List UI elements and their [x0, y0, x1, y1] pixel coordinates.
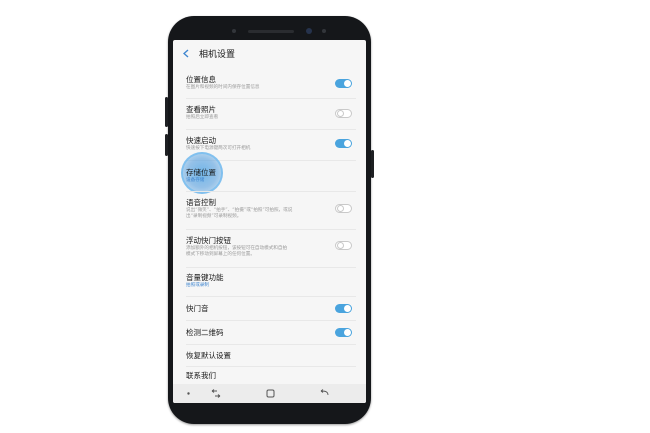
- stage: 相机设置 位置信息 在图片和视频的时间内保存位置信息 查看照片 拍照后立即查看 …: [0, 0, 650, 433]
- qr-detect-toggle[interactable]: [335, 328, 352, 337]
- setting-storage-location[interactable]: 存储位置 设备存储: [173, 162, 366, 192]
- setting-subtitle: 拍照后立即查看: [186, 115, 219, 120]
- setting-volume-key[interactable]: 音量键功能 拍照或录制: [173, 269, 366, 297]
- setting-title: 恢复默认设置: [186, 351, 231, 360]
- setting-voice-control[interactable]: 语音控制 说出“微笑”、“拍手”、“拍摄”或“拍照”可拍照，或说 出“录制视频”…: [173, 193, 366, 229]
- back-arrow-icon[interactable]: [316, 387, 330, 399]
- navigation-bar: [173, 384, 366, 403]
- setting-subtitle: 拍照或录制: [186, 283, 209, 288]
- setting-title: 浮动快门按钮: [186, 236, 231, 245]
- divider: [186, 129, 356, 130]
- recent-apps-icon[interactable]: [209, 387, 223, 399]
- setting-title: 快速启动: [186, 136, 216, 145]
- divider: [186, 98, 356, 99]
- divider: [186, 229, 356, 230]
- setting-subtitle: 设备存储: [186, 178, 205, 183]
- power-button: [371, 150, 374, 178]
- voice-control-toggle[interactable]: [335, 204, 352, 213]
- setting-title: 语音控制: [186, 198, 216, 207]
- review-pictures-toggle[interactable]: [335, 109, 352, 118]
- app-header: 相机设置: [173, 40, 366, 66]
- setting-location-tags[interactable]: 位置信息 在图片和视频的时间内保存位置信息: [173, 70, 366, 98]
- setting-title: 检测二维码: [186, 328, 224, 337]
- bixby-button: [165, 97, 168, 127]
- setting-floating-shutter[interactable]: 浮动快门按钮 添加额外的相机按钮，该按钮可在自动模式和自拍 模式下移动到屏幕上的…: [173, 231, 366, 267]
- setting-title: 快门音: [186, 304, 209, 313]
- page-title: 相机设置: [199, 49, 236, 60]
- location-toggle[interactable]: [335, 79, 352, 88]
- setting-reset[interactable]: 恢复默认设置: [173, 346, 366, 366]
- setting-review-pictures[interactable]: 查看照片 拍照后立即查看: [173, 100, 366, 128]
- volume-button: [165, 134, 168, 156]
- setting-shutter-sound[interactable]: 快门音: [173, 298, 366, 320]
- earpiece-speaker: [248, 30, 294, 33]
- sensor-icon: [232, 29, 236, 33]
- shutter-sound-toggle[interactable]: [335, 304, 352, 313]
- setting-title: 联系我们: [186, 371, 216, 380]
- front-camera-icon: [306, 28, 312, 34]
- setting-title: 查看照片: [186, 105, 216, 114]
- setting-subtitle: 出“录制视频”可录制视频。: [186, 214, 242, 219]
- divider: [186, 267, 356, 268]
- setting-title: 存储位置: [186, 168, 216, 177]
- home-icon[interactable]: [263, 387, 277, 399]
- chevron-left-icon[interactable]: [181, 48, 191, 58]
- quick-launch-toggle[interactable]: [335, 139, 352, 148]
- divider: [186, 320, 356, 321]
- setting-qr-detect[interactable]: 检测二维码: [173, 322, 366, 344]
- setting-subtitle: 快速按下电源键两次可打开相机: [186, 146, 251, 151]
- setting-title: 音量键功能: [186, 273, 224, 282]
- dot-icon: [181, 387, 195, 399]
- divider: [186, 191, 356, 192]
- iris-scanner-icon: [322, 29, 326, 33]
- setting-contact-us[interactable]: 联系我们: [173, 367, 366, 384]
- phone-screen: 相机设置 位置信息 在图片和视频的时间内保存位置信息 查看照片 拍照后立即查看 …: [173, 40, 366, 403]
- setting-subtitle: 模式下移动到屏幕上的任何位置。: [186, 252, 255, 257]
- setting-title: 位置信息: [186, 75, 216, 84]
- divider: [186, 344, 356, 345]
- setting-subtitle: 在图片和视频的时间内保存位置信息: [186, 85, 260, 90]
- floating-shutter-toggle[interactable]: [335, 241, 352, 250]
- divider: [186, 296, 356, 297]
